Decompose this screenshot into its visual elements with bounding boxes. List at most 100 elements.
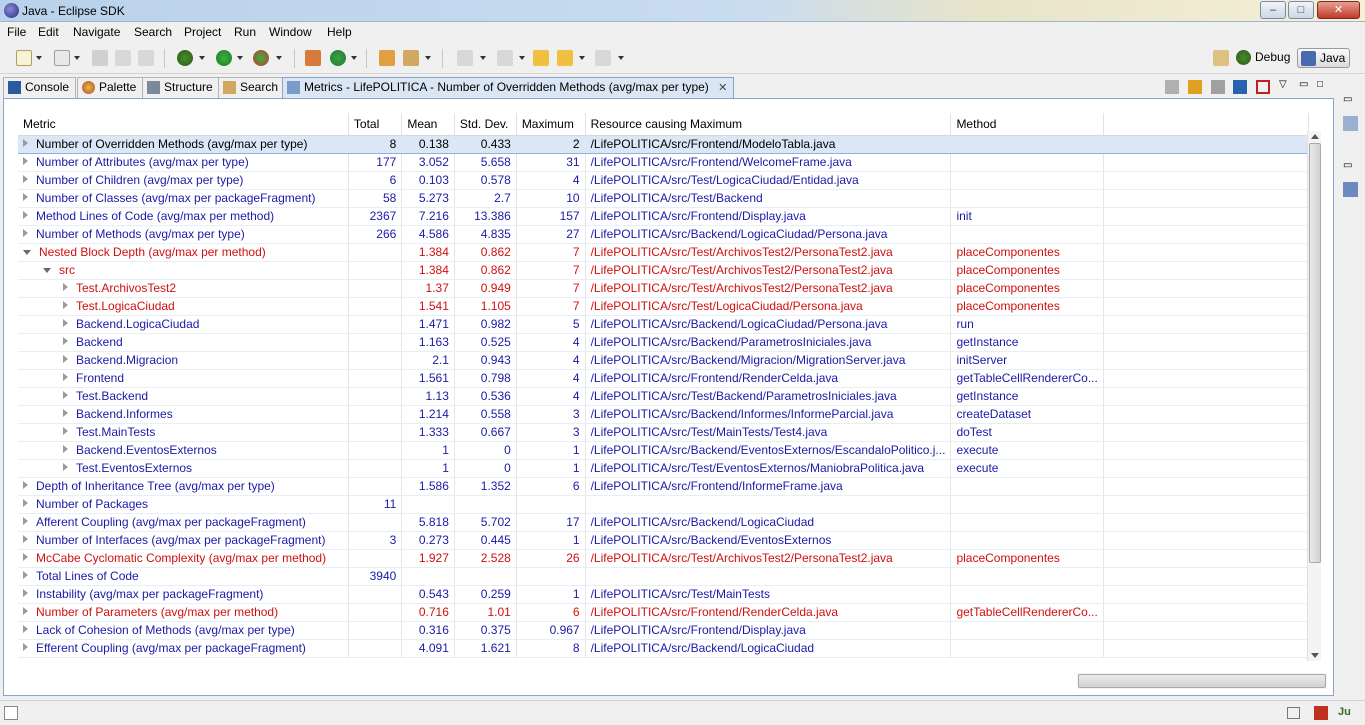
expand-icon[interactable] [23, 211, 28, 219]
tab-metrics[interactable]: Metrics - LifePOLITICA - Number of Overr… [282, 77, 735, 98]
table-row[interactable]: Number of Parameters (avg/max per method… [18, 603, 1309, 622]
search-tool-icon[interactable] [403, 50, 419, 66]
restore-stack-icon[interactable]: ▭ [1343, 160, 1358, 175]
hierarchy-icon[interactable] [1343, 182, 1358, 197]
new-class-dropdown-icon[interactable] [351, 56, 357, 60]
column-metric[interactable]: Metric [18, 113, 349, 136]
tab-palette[interactable]: Palette [77, 77, 144, 98]
minimize-view-icon[interactable]: ▭ [1299, 80, 1313, 94]
debug-dropdown-icon[interactable] [199, 56, 205, 60]
new-wizard-icon[interactable] [54, 50, 70, 66]
scrollbar-thumb[interactable] [1309, 143, 1321, 563]
table-row[interactable]: Number of Attributes (avg/max per type) 1… [18, 153, 1309, 172]
export-icon[interactable] [1233, 80, 1247, 94]
back-dropdown-icon[interactable] [579, 56, 585, 60]
new-dropdown-icon[interactable] [36, 56, 42, 60]
forward-dropdown-icon[interactable] [618, 56, 624, 60]
new-wizard-dropdown-icon[interactable] [74, 56, 80, 60]
expand-icon[interactable] [23, 193, 28, 201]
view-menu-icon[interactable]: ▽ [1279, 80, 1293, 94]
table-row[interactable]: Number of Children (avg/max per type) 6 0.… [18, 171, 1309, 190]
previous-annotation-icon[interactable] [497, 50, 513, 66]
restore-icon[interactable]: ▭ [1343, 94, 1358, 109]
expand-icon[interactable] [23, 589, 28, 597]
new-class-icon[interactable] [330, 50, 346, 66]
column-mean[interactable]: Mean [401, 113, 455, 136]
expand-icon[interactable] [63, 283, 68, 291]
resume-icon[interactable] [1165, 80, 1179, 94]
table-row[interactable]: Total Lines of Code 3940 [18, 567, 1309, 586]
close-button[interactable]: ✕ [1317, 1, 1360, 19]
table-row[interactable]: Test.Backend 1.13 0.536 4/LifePOLITICA/src/… [18, 387, 1309, 406]
expand-icon[interactable] [23, 175, 28, 183]
expand-icon[interactable] [63, 463, 68, 471]
table-row[interactable]: Frontend 1.561 0.798 4/LifePOLITICA/src/Fro… [18, 369, 1309, 388]
pause-icon[interactable] [1188, 80, 1202, 94]
forward-icon[interactable] [595, 50, 611, 66]
table-row[interactable]: Number of Interfaces (avg/max per packag… [18, 531, 1309, 550]
vertical-scrollbar[interactable] [1307, 131, 1321, 661]
expand-icon[interactable] [23, 499, 28, 507]
table-row[interactable]: src 1.384 0.862 7/LifePOLITICA/src/Test/Arc… [18, 261, 1309, 280]
table-row[interactable]: Test.MainTests 1.333 0.667 3/LifePOLITICA/s… [18, 423, 1309, 442]
expand-icon[interactable] [23, 517, 28, 525]
column-method[interactable]: Method [950, 113, 1104, 136]
save-icon[interactable] [92, 50, 108, 66]
menu-project[interactable]: Project [184, 25, 221, 39]
expand-icon[interactable] [23, 535, 28, 543]
menu-edit[interactable]: Edit [38, 25, 59, 39]
table-row[interactable]: Number of Methods (avg/max per type) 266 4… [18, 225, 1309, 244]
table-row[interactable]: Backend.LogicaCiudad 1.471 0.982 5/LifePOLI… [18, 315, 1309, 334]
table-row[interactable]: Depth of Inheritance Tree (avg/max per t… [18, 477, 1309, 496]
run-dropdown-icon[interactable] [237, 56, 243, 60]
expand-icon[interactable] [63, 445, 68, 453]
maximize-button[interactable]: □ [1288, 1, 1314, 19]
table-row[interactable]: Afferent Coupling (avg/max per packageFr… [18, 513, 1309, 532]
expand-icon[interactable] [23, 553, 28, 561]
tab-structure[interactable]: Structure [142, 77, 220, 98]
debug-perspective-button[interactable]: Debug [1233, 48, 1294, 68]
table-row[interactable]: Test.EventosExternos 1 0 1/LifePOLITICA/src… [18, 459, 1309, 478]
previous-annotation-dropdown-icon[interactable] [519, 56, 525, 60]
scroll-up-icon[interactable] [1311, 134, 1319, 139]
new-file-icon[interactable] [16, 50, 32, 66]
menu-help[interactable]: Help [327, 25, 352, 39]
horizontal-scrollbar-thumb[interactable] [1078, 674, 1326, 688]
run-icon[interactable] [216, 50, 232, 66]
table-row[interactable]: Number of Overridden Methods (avg/max pe… [18, 134, 1309, 154]
table-row[interactable]: Nested Block Depth (avg/max per method) 1… [18, 243, 1309, 262]
column-resource[interactable]: Resource causing Maximum [585, 113, 952, 136]
horizontal-scrollbar[interactable] [1077, 673, 1327, 689]
column-maximum[interactable]: Maximum [516, 113, 586, 136]
print-icon[interactable] [138, 50, 154, 66]
table-row[interactable]: Instability (avg/max per packageFragment… [18, 585, 1309, 604]
close-tab-icon[interactable]: ✕ [718, 82, 727, 94]
search-dropdown-icon[interactable] [425, 56, 431, 60]
expand-icon[interactable] [23, 607, 28, 615]
table-row[interactable]: Backend.EventosExternos 1 0 1/LifePOLITICA/… [18, 441, 1309, 460]
stop-icon[interactable] [1211, 80, 1225, 94]
expand-icon[interactable] [63, 337, 68, 345]
last-edit-icon[interactable] [533, 50, 549, 66]
junit-icon[interactable]: Ju [1338, 706, 1356, 720]
column-std-dev[interactable]: Std. Dev. [454, 113, 517, 136]
expand-icon[interactable] [63, 391, 68, 399]
next-annotation-dropdown-icon[interactable] [480, 56, 486, 60]
menu-search[interactable]: Search [134, 25, 172, 39]
outline-icon[interactable] [1343, 116, 1358, 131]
menu-file[interactable]: File [7, 25, 26, 39]
menu-run[interactable]: Run [234, 25, 256, 39]
scroll-down-icon[interactable] [1311, 653, 1319, 658]
expand-icon[interactable] [23, 157, 28, 165]
tab-search[interactable]: Search [218, 77, 286, 98]
table-row[interactable]: Backend.Informes 1.214 0.558 3/LifePOLITICA… [18, 405, 1309, 424]
table-row[interactable]: Method Lines of Code (avg/max per method… [18, 207, 1309, 226]
collapse-icon[interactable] [43, 268, 51, 273]
expand-icon[interactable] [23, 571, 28, 579]
tab-console[interactable]: Console [3, 77, 77, 98]
new-package-icon[interactable] [305, 50, 321, 66]
table-row[interactable]: Number of Classes (avg/max per packageFr… [18, 189, 1309, 208]
expand-icon[interactable] [23, 481, 28, 489]
save-all-icon[interactable] [115, 50, 131, 66]
back-icon[interactable] [557, 50, 573, 66]
